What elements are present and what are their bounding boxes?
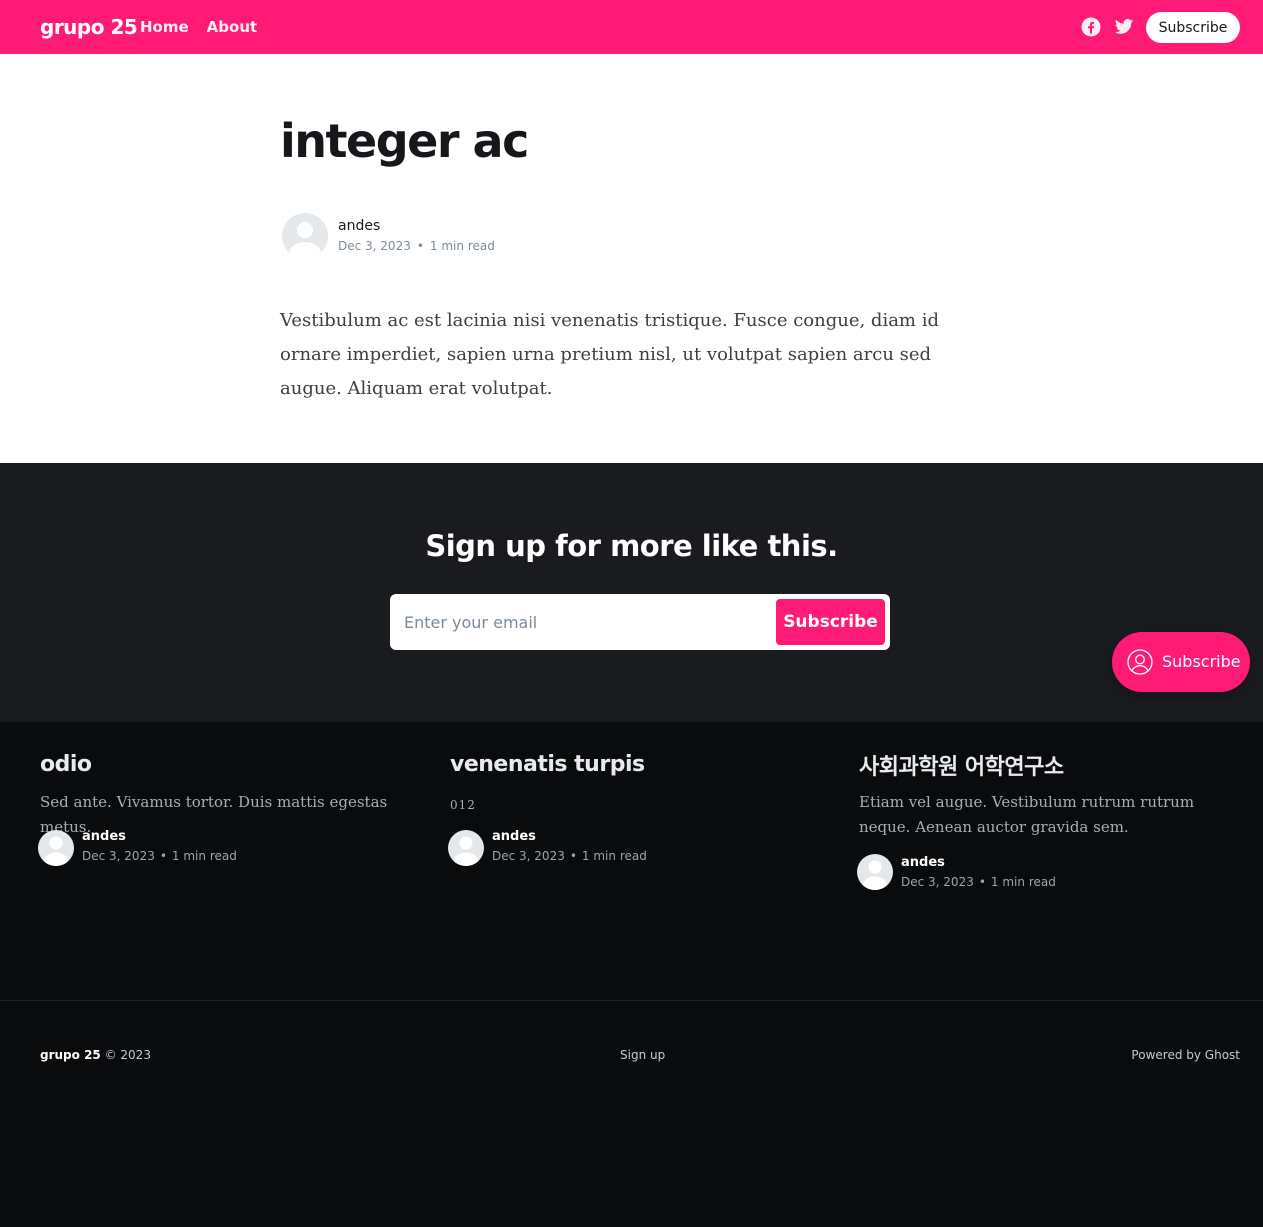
site-header: grupo 25 Home About Subscribe <box>0 0 1263 54</box>
nav-home[interactable]: Home <box>140 18 189 36</box>
author-name[interactable]: andes <box>338 218 380 234</box>
avatar[interactable] <box>448 830 484 866</box>
signup-section: Sign up for more like this. Subscribe <box>0 463 1263 722</box>
article-body: Vestibulum ac est lacinia nisi venenatis… <box>280 310 940 399</box>
post-card-date: Dec 3, 2023 <box>492 849 565 863</box>
facebook-icon[interactable] <box>1081 17 1101 37</box>
author-avatar[interactable] <box>282 213 328 259</box>
article-date: Dec 3, 2023 <box>338 239 411 253</box>
article: integer ac andes Dec 3, 2023 • 1 min read … <box>0 54 1263 463</box>
footer-copyright: grupo 25 © 2023 <box>40 1048 151 1062</box>
post-card-excerpt: 012 <box>450 798 476 812</box>
avatar[interactable] <box>857 854 893 890</box>
meta-separator: • <box>569 849 577 863</box>
meta-separator: • <box>416 239 424 253</box>
header-subscribe-button[interactable]: Subscribe <box>1146 12 1240 43</box>
post-card-date: Dec 3, 2023 <box>82 849 155 863</box>
post-card-read-time: 1 min read <box>990 875 1056 889</box>
post-card-title[interactable]: venenatis turpis <box>450 752 645 777</box>
avatar[interactable] <box>38 830 74 866</box>
article-meta: Dec 3, 2023 • 1 min read <box>338 239 495 253</box>
footer-powered-by-link[interactable]: Powered by Ghost <box>1131 1048 1240 1062</box>
article-title: integer ac <box>280 114 529 168</box>
post-card-date: Dec 3, 2023 <box>901 875 974 889</box>
post-card-read-time: 1 min read <box>171 849 237 863</box>
related-posts: odio Sed ante. Vivamus tortor. Duis matt… <box>0 722 1263 1000</box>
user-circle-icon <box>1127 649 1153 675</box>
post-card-author[interactable]: andes <box>492 829 536 844</box>
email-field[interactable] <box>404 606 764 638</box>
post-card-meta: Dec 3, 2023 • 1 min read <box>492 849 647 863</box>
footer-copyright-year: © 2023 <box>104 1048 151 1062</box>
post-card-meta: Dec 3, 2023 • 1 min read <box>901 875 1056 889</box>
meta-separator: • <box>159 849 167 863</box>
signup-title: Sign up for more like this. <box>425 529 838 563</box>
main-nav: Home About <box>140 18 257 36</box>
post-card-title[interactable]: 사회과학원 어학연구소 <box>859 749 1064 781</box>
signup-form: Subscribe <box>390 594 890 650</box>
post-card-read-time: 1 min read <box>581 849 647 863</box>
article-read-time: 1 min read <box>429 239 495 253</box>
portal-subscribe-label: Subscribe <box>1162 652 1241 671</box>
twitter-icon[interactable] <box>1114 17 1134 37</box>
post-card-author[interactable]: andes <box>901 855 945 870</box>
nav-about[interactable]: About <box>207 18 258 36</box>
site-logo[interactable]: grupo 25 <box>40 15 138 39</box>
meta-separator: • <box>978 875 986 889</box>
footer-signup-link[interactable]: Sign up <box>620 1048 665 1062</box>
post-card-author[interactable]: andes <box>82 829 126 844</box>
signup-subscribe-button[interactable]: Subscribe <box>776 599 885 645</box>
footer-site-name[interactable]: grupo 25 <box>40 1048 101 1062</box>
post-card-excerpt: Etiam vel augue. Vestibulum rutrum rutru… <box>859 793 1195 836</box>
post-card-title[interactable]: odio <box>40 752 92 777</box>
portal-subscribe-button[interactable]: Subscribe <box>1112 632 1250 692</box>
site-footer: grupo 25 © 2023 Sign up Powered by Ghost <box>0 1000 1263 1227</box>
post-card-meta: Dec 3, 2023 • 1 min read <box>82 849 237 863</box>
